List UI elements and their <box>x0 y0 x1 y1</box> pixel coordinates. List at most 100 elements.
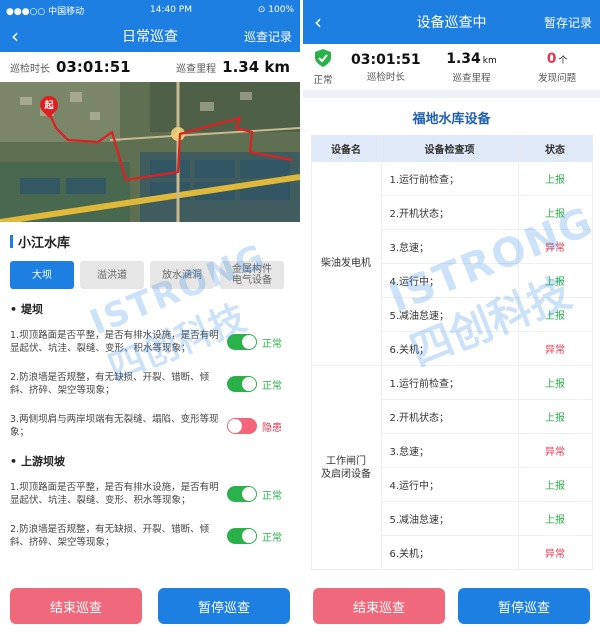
duration-label: 巡检时长 <box>10 63 50 75</box>
status-toggle-label: 隐患 <box>262 422 282 434</box>
check-item-cell: 3.怠速； <box>380 229 519 264</box>
status-cell[interactable]: 上报 <box>517 365 593 400</box>
check-item-text: 2.防浪墙是否规整，有无缺损、开裂、错断、倾斜、挤碎、架空等现象； <box>10 372 210 396</box>
status-toggle[interactable] <box>227 418 257 434</box>
status-toggle[interactable] <box>227 486 257 502</box>
status-cell[interactable]: 异常 <box>517 331 593 366</box>
distance-label: 巡查里程 <box>452 73 491 84</box>
equipment-name: 柴油发电机 <box>310 161 382 366</box>
nav-bar: ‹ 设备巡查中 暂存记录 <box>303 0 600 44</box>
issues-unit: 个 <box>558 56 568 66</box>
route-map[interactable]: 起 <box>0 82 300 222</box>
status-cell[interactable]: 上报 <box>517 399 593 434</box>
check-item-cell: 1.运行前检查； <box>380 161 519 196</box>
distance-unit: km <box>482 56 497 66</box>
col-header-status: 状态 <box>517 135 593 162</box>
action-bar: 结束巡查 暂停巡查 <box>303 577 600 635</box>
status-bar: ●●●○○ 中国移动 14:40 PM ⊙ 100% <box>0 0 300 20</box>
save-draft-link[interactable]: 暂存记录 <box>544 14 600 31</box>
check-item: 1.坝顶路面是否平整，是否有排水设施，是否有明显起伏、坑洼、裂缝、变形、积水等现… <box>0 473 300 515</box>
chevron-left-icon[interactable]: ‹ <box>303 0 333 44</box>
status-toggle-label: 正常 <box>262 338 282 350</box>
issues-stat: 0个 发现问题 <box>514 50 600 84</box>
status-cell[interactable]: 上报 <box>517 263 593 298</box>
end-inspection-button[interactable]: 结束巡查 <box>10 588 142 624</box>
check-item-cell: 5.减油怠速； <box>380 297 519 332</box>
status-cell[interactable]: 异常 <box>517 433 593 468</box>
status-toggle[interactable] <box>227 334 257 350</box>
distance-stat: 1.34 km 巡查里程 <box>429 50 515 84</box>
start-marker-label: 起 <box>44 101 54 111</box>
equipment-table: 设备名 设备检查项 状态 柴油发电机 1.运行前检查； 上报 2.开机状态； 上报 3.怠… <box>310 135 593 570</box>
duration-stat: 03:01:51 巡检时长 <box>343 51 429 83</box>
table-row: 工作闸门 及启闭设备 1.运行前检查； 上报 <box>310 365 593 570</box>
check-item-text: 1.坝顶路面是否平整，是否有排水设施，是否有明显起伏、坑洼、裂缝、变形、积水等现… <box>10 482 219 506</box>
check-item-text: 3.两侧坝肩与两岸坝端有无裂缝、塌陷、变形等现象； <box>10 414 219 438</box>
inspection-stats: 巡检时长 03:01:51 巡查里程 1.34 km <box>0 52 300 82</box>
shield-check-icon <box>315 48 331 67</box>
tab-3[interactable]: 金属构件 电气设备 <box>220 261 284 289</box>
status-toggle[interactable] <box>227 376 257 392</box>
status-label: 正常 <box>313 74 333 86</box>
equipment-name: 工作闸门 及启闭设备 <box>310 365 382 570</box>
status-toggle-label: 正常 <box>262 532 282 544</box>
check-item: 3.两侧坝肩与两岸坝端有无裂缝、塌陷、变形等现象； 隐患 <box>0 405 300 447</box>
tab-0[interactable]: 大坝 <box>10 261 74 289</box>
status-cell[interactable]: 异常 <box>517 229 593 264</box>
check-item-cell: 4.运行中； <box>380 467 519 502</box>
nav-bar: ‹ 日常巡查 巡查记录 <box>0 20 300 52</box>
check-item-cell: 4.运行中； <box>380 263 519 298</box>
tab-1[interactable]: 溢洪道 <box>80 261 144 289</box>
table-row: 柴油发电机 1.运行前检查； 上报 <box>310 161 593 366</box>
check-item: 1.坝顶路面是否平整，是否有排水设施，是否有明显起伏、坑洼、裂缝、变形、积水等现… <box>0 321 300 363</box>
action-bar: 结束巡查 暂停巡查 <box>0 577 300 635</box>
status-cell[interactable]: 上报 <box>517 467 593 502</box>
check-group-title: 上游坝坡 <box>0 447 300 473</box>
check-item-cell: 2.开机状态； <box>380 399 519 434</box>
carrier-label: ●●●○○ 中国移动 <box>6 6 85 17</box>
reservoir-title: 小江水库 <box>0 222 300 257</box>
duration-value: 03:01:51 <box>56 58 131 76</box>
check-item-cell: 6.关机； <box>380 535 519 570</box>
reservoir-name: 小江水库 <box>18 236 71 251</box>
status-cell[interactable]: 异常 <box>517 535 593 570</box>
pause-inspection-button[interactable]: 暂停巡查 <box>458 588 590 624</box>
status-cell[interactable]: 上报 <box>517 161 593 196</box>
check-item-cell: 5.减油怠速； <box>380 501 519 536</box>
col-header-check-item: 设备检查项 <box>380 135 519 162</box>
check-item-text: 1.坝顶路面是否平整，是否有排水设施，是否有明显起伏、坑洼、裂缝、变形、积水等现… <box>10 330 219 354</box>
issues-label: 发现问题 <box>538 73 577 84</box>
checklist: 堤坝 1.坝顶路面是否平整，是否有排水设施，是否有明显起伏、坑洼、裂缝、变形、积水… <box>0 295 300 557</box>
check-item-cell: 6.关机； <box>380 331 519 366</box>
col-header-equipment: 设备名 <box>310 135 382 162</box>
issues-value: 0 <box>546 51 557 67</box>
status-cell[interactable]: 上报 <box>517 195 593 230</box>
check-item: 2.防浪墙是否规整，有无缺损、开裂、错断、倾斜、挤碎、架空等现象； 正常 <box>0 515 300 557</box>
end-inspection-button[interactable]: 结束巡查 <box>313 588 445 624</box>
daily-inspection-screen: ●●●○○ 中国移动 14:40 PM ⊙ 100% ‹ 日常巡查 巡查记录 巡… <box>0 0 300 635</box>
equipment-inspection-screen: ‹ 设备巡查中 暂存记录 正常 03:01:51 巡检时长 1.34 km 巡查里… <box>303 0 600 635</box>
chevron-left-icon[interactable]: ‹ <box>0 20 30 52</box>
status-toggle-label: 正常 <box>262 380 282 392</box>
check-item: 2.防浪墙是否规整，有无缺损、开裂、错断、倾斜、挤碎、架空等现象； 正常 <box>0 363 300 405</box>
inspection-stats: 正常 03:01:51 巡检时长 1.34 km 巡查里程 0个 发现问题 <box>303 44 600 90</box>
duration-label: 巡检时长 <box>366 72 405 83</box>
distance-value: 1.34 <box>446 51 481 67</box>
facility-tabs: 大坝 溢洪道 放水涵洞 金属构件 电气设备 <box>0 257 300 295</box>
status-toggle[interactable] <box>227 528 257 544</box>
check-item-text: 2.防浪墙是否规整，有无缺损、开裂、错断、倾斜、挤碎、架空等现象； <box>10 524 210 548</box>
status-indicator: 正常 <box>303 48 343 86</box>
status-toggle-label: 正常 <box>262 490 282 502</box>
app-stage: ●●●○○ 中国移动 14:40 PM ⊙ 100% ‹ 日常巡查 巡查记录 巡… <box>0 0 600 635</box>
equipment-card-title: 福地水库设备 <box>412 112 491 127</box>
inspection-records-link[interactable]: 巡查记录 <box>244 28 300 45</box>
distance-value: 1.34 km <box>222 58 290 76</box>
status-cell[interactable]: 上报 <box>517 297 593 332</box>
check-item-cell: 3.怠速； <box>380 433 519 468</box>
status-time: 14:40 PM <box>150 5 192 15</box>
tab-2[interactable]: 放水涵洞 <box>150 261 214 289</box>
battery-label: ⊙ 100% <box>257 5 294 15</box>
pause-inspection-button[interactable]: 暂停巡查 <box>158 588 290 624</box>
status-cell[interactable]: 上报 <box>517 501 593 536</box>
distance-label: 巡查里程 <box>176 63 217 75</box>
